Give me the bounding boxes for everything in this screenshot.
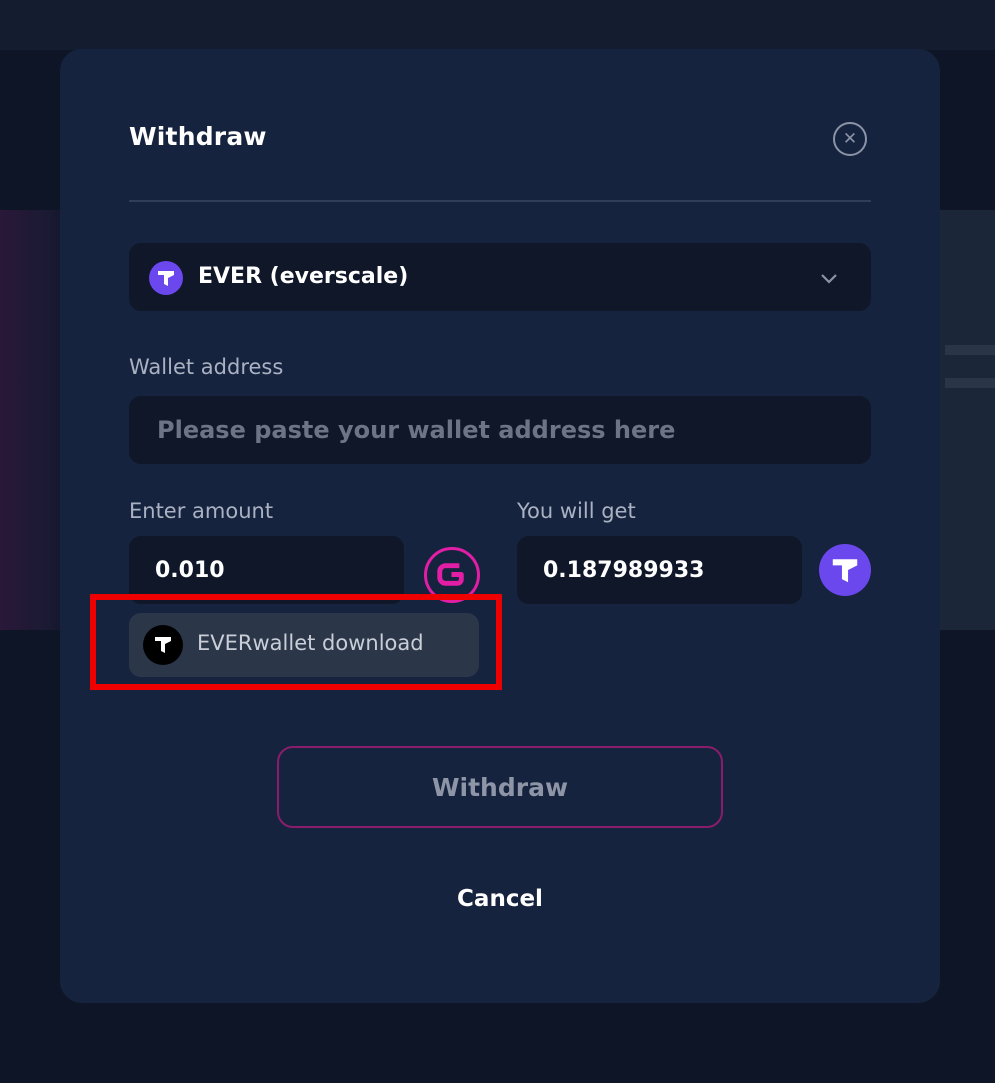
- token-select[interactable]: EVER (everscale): [129, 243, 871, 311]
- selected-token-label: EVER (everscale): [198, 264, 409, 289]
- withdraw-button[interactable]: Withdraw: [277, 746, 723, 828]
- chevron-down-icon: [819, 268, 839, 288]
- background-bar: [945, 378, 995, 388]
- background-bar: [945, 345, 995, 355]
- receive-amount-field: [517, 536, 802, 604]
- cancel-button[interactable]: Cancel: [400, 881, 600, 917]
- header-divider: [129, 200, 871, 202]
- withdraw-modal: Withdraw ✕ EVER (everscale) Wallet addre…: [60, 49, 940, 1003]
- background-header: [0, 0, 995, 50]
- modal-title: Withdraw: [129, 122, 267, 151]
- highlight-annotation: [90, 594, 502, 690]
- wallet-address-input[interactable]: [129, 396, 871, 464]
- wallet-address-label: Wallet address: [129, 355, 284, 379]
- ever-token-icon: [819, 544, 871, 596]
- enter-amount-label: Enter amount: [129, 499, 274, 523]
- close-icon[interactable]: ✕: [833, 122, 867, 156]
- you-will-get-label: You will get: [517, 499, 636, 523]
- ever-token-icon: [149, 261, 183, 295]
- background-panel: [940, 210, 995, 630]
